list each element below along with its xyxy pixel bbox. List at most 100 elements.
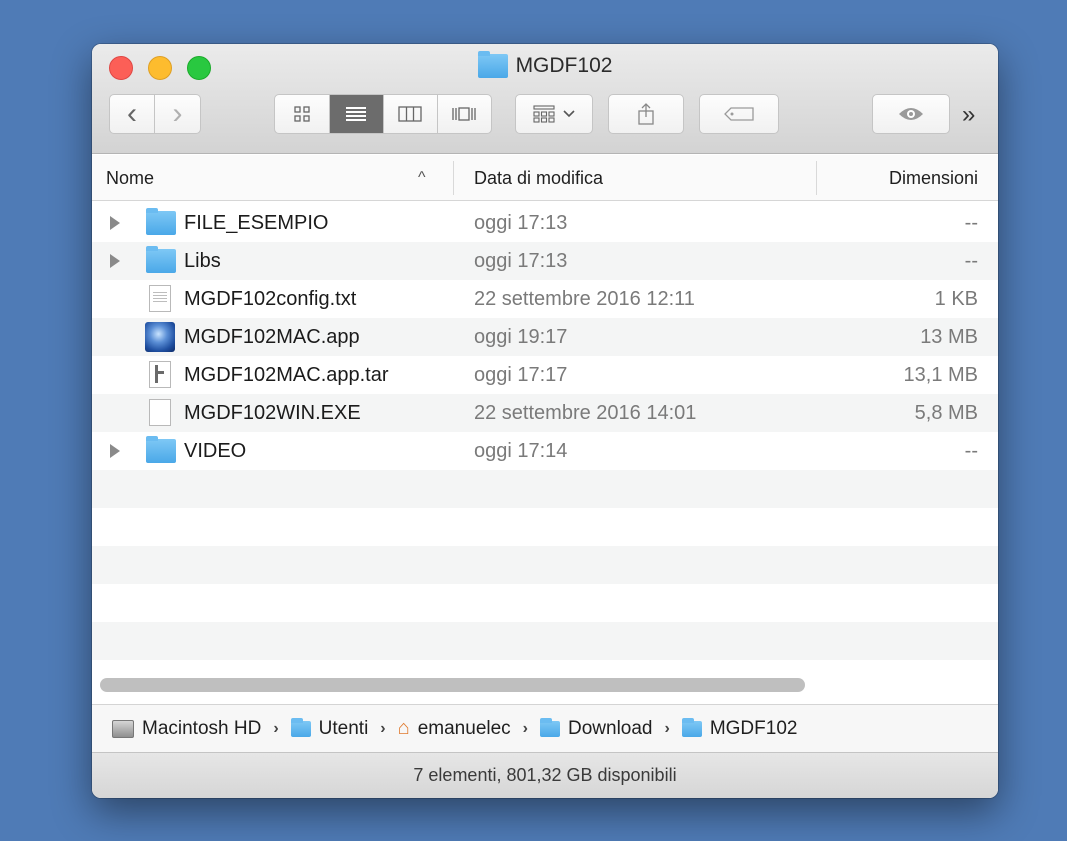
folder-icon xyxy=(146,246,176,273)
view-columns-button[interactable] xyxy=(384,95,438,133)
sort-ascending-icon: ^ xyxy=(418,169,426,186)
file-name: FILE_ESEMPIO xyxy=(184,212,329,234)
folder-icon xyxy=(681,717,702,737)
file-name: MGDF102WIN.EXE xyxy=(184,402,361,424)
forward-button[interactable]: › xyxy=(155,95,200,133)
column-divider[interactable] xyxy=(816,161,817,195)
horizontal-scrollbar[interactable] xyxy=(100,678,805,692)
file-date: oggi 17:13 xyxy=(474,250,568,272)
quick-look-button[interactable] xyxy=(872,94,950,134)
application-icon xyxy=(145,322,175,352)
file-size: -- xyxy=(964,440,978,462)
path-item-download[interactable]: Download xyxy=(568,718,653,740)
file-row[interactable]: MGDF102WIN.EXE 22 settembre 2016 14:01 5… xyxy=(92,394,998,432)
empty-row xyxy=(92,546,998,584)
chevron-down-icon xyxy=(563,110,575,118)
toolbar-overflow-button[interactable]: » xyxy=(962,101,975,129)
tag-icon xyxy=(724,107,754,121)
file-row[interactable]: MGDF102MAC.app oggi 19:17 13 MB xyxy=(92,318,998,356)
file-name: VIDEO xyxy=(184,440,247,462)
arrange-button[interactable] xyxy=(515,94,593,134)
empty-row xyxy=(92,622,998,660)
file-size: 1 KB xyxy=(934,288,978,310)
disclosure-triangle-icon[interactable] xyxy=(110,444,120,458)
window-title: MGDF102 xyxy=(92,51,998,78)
folder-icon xyxy=(146,436,176,463)
view-coverflow-button[interactable] xyxy=(438,95,492,133)
hard-drive-icon xyxy=(112,719,134,738)
file-row[interactable]: FILE_ESEMPIO oggi 17:13 -- xyxy=(92,204,998,242)
column-name-header[interactable]: Nome xyxy=(106,155,154,201)
empty-row xyxy=(92,508,998,546)
file-row[interactable]: MGDF102MAC.app.tar oggi 17:17 13,1 MB xyxy=(92,356,998,394)
document-file-icon xyxy=(149,399,171,426)
columns-icon xyxy=(398,106,422,122)
users-folder-icon xyxy=(290,717,311,737)
chevron-left-icon: ‹ xyxy=(127,97,137,130)
file-date: oggi 17:13 xyxy=(474,212,568,234)
coverflow-icon xyxy=(452,107,476,121)
share-button[interactable] xyxy=(608,94,684,134)
icon-grid-icon xyxy=(294,106,310,122)
folder-icon xyxy=(477,51,508,78)
path-item-macintosh-hd[interactable]: Macintosh HD xyxy=(142,718,261,740)
chevron-right-icon: › xyxy=(172,97,183,130)
file-date: oggi 19:17 xyxy=(474,326,568,348)
arrange-grid-icon xyxy=(533,105,555,123)
list-lines-icon xyxy=(346,107,367,121)
back-button[interactable]: ‹ xyxy=(110,95,156,133)
text-file-icon xyxy=(149,285,171,312)
window-title-text: MGDF102 xyxy=(515,54,613,77)
path-separator: › xyxy=(380,719,386,737)
file-size: 5,8 MB xyxy=(914,402,978,424)
eye-icon xyxy=(899,108,923,120)
path-item-mgdf102[interactable]: MGDF102 xyxy=(710,718,798,740)
file-size: 13 MB xyxy=(920,326,978,348)
archive-file-icon xyxy=(149,361,171,388)
file-row[interactable]: MGDF102config.txt 22 settembre 2016 12:1… xyxy=(92,280,998,318)
path-item-emanuelec[interactable]: emanuelec xyxy=(418,718,511,740)
empty-row xyxy=(92,470,998,508)
status-bar: 7 elementi, 801,32 GB disponibili xyxy=(92,752,998,798)
file-date: 22 settembre 2016 14:01 xyxy=(474,402,697,424)
path-separator: › xyxy=(273,719,279,737)
path-separator: › xyxy=(522,719,528,737)
file-row[interactable]: VIDEO oggi 17:14 -- xyxy=(92,432,998,470)
file-list: FILE_ESEMPIO oggi 17:13 -- Libs oggi 17:… xyxy=(92,204,998,678)
column-size-header[interactable]: Dimensioni xyxy=(889,155,978,201)
finder-window: MGDF102 ‹ › » Nome ^ Data di modifica Di… xyxy=(92,44,998,798)
file-date: oggi 17:17 xyxy=(474,364,568,386)
downloads-folder-icon xyxy=(540,717,560,737)
folder-icon xyxy=(146,208,176,235)
column-date-header[interactable]: Data di modifica xyxy=(474,155,603,201)
tag-button[interactable] xyxy=(699,94,779,134)
path-separator: › xyxy=(664,719,670,737)
column-divider[interactable] xyxy=(453,161,454,195)
file-size: -- xyxy=(964,212,978,234)
titlebar: MGDF102 ‹ › » xyxy=(92,44,998,154)
empty-row xyxy=(92,584,998,622)
list-header: Nome ^ Data di modifica Dimensioni xyxy=(92,155,998,201)
file-date: oggi 17:14 xyxy=(474,440,568,462)
file-date: 22 settembre 2016 12:11 xyxy=(474,288,695,310)
file-size: 13,1 MB xyxy=(903,364,978,386)
column-size-label: Dimensioni xyxy=(888,167,978,188)
status-text: 7 elementi, 801,32 GB disponibili xyxy=(413,765,677,785)
share-icon xyxy=(638,103,654,125)
column-name-label: Nome xyxy=(106,167,155,188)
file-name: MGDF102config.txt xyxy=(184,288,357,310)
disclosure-triangle-icon[interactable] xyxy=(110,254,120,268)
disclosure-triangle-icon[interactable] xyxy=(110,216,120,230)
file-name: MGDF102MAC.app xyxy=(184,326,360,348)
view-icons-button[interactable] xyxy=(275,95,330,133)
file-name: MGDF102MAC.app.tar xyxy=(184,364,389,386)
file-size: -- xyxy=(964,250,978,272)
view-mode-group xyxy=(274,94,492,134)
file-name: Libs xyxy=(184,250,221,272)
back-forward-group: ‹ › xyxy=(109,94,201,134)
column-date-label: Data di modifica xyxy=(474,167,604,188)
empty-row xyxy=(92,660,998,678)
view-list-button[interactable] xyxy=(329,95,384,133)
path-item-utenti[interactable]: Utenti xyxy=(319,718,369,740)
file-row[interactable]: Libs oggi 17:13 -- xyxy=(92,242,998,280)
